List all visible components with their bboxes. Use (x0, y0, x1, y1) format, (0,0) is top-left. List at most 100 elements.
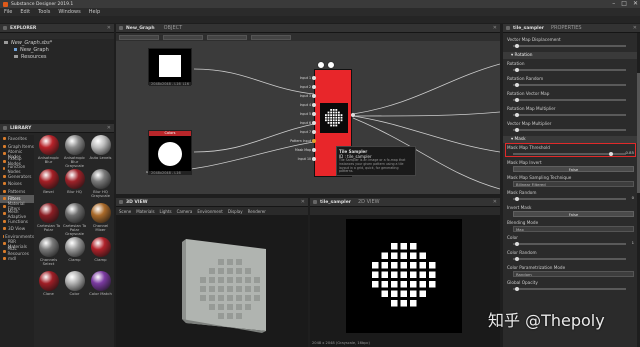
property-toggle-button[interactable]: False (513, 166, 634, 172)
settings-icon[interactable] (317, 61, 325, 69)
library-thumbnail[interactable]: Anisotropic Blur (36, 135, 61, 168)
output-port-icon[interactable] (351, 113, 355, 117)
close-icon[interactable]: ✕ (633, 25, 637, 31)
slider-knob[interactable] (515, 112, 520, 117)
library-thumbnail[interactable]: Blur HQ (62, 169, 87, 202)
library-category-favorites[interactable]: Favorites (0, 135, 34, 143)
input-port-icon[interactable] (312, 139, 316, 143)
property-dropdown[interactable]: Random (513, 271, 634, 277)
input-port-icon[interactable] (312, 157, 316, 161)
library-thumbnail[interactable]: Auto Levels (88, 135, 113, 168)
3d-menu-camera[interactable]: Camera (177, 209, 193, 214)
property-slider[interactable] (513, 67, 626, 72)
property-dropdown[interactable]: Max (513, 226, 634, 232)
library-thumbnail[interactable]: Bevel (36, 169, 61, 202)
property-slider[interactable] (513, 127, 626, 132)
input-port-icon[interactable] (312, 94, 316, 98)
library-category-3d-view[interactable]: 3D View (0, 225, 34, 233)
slider-knob[interactable] (515, 82, 520, 87)
close-icon[interactable]: ✕ (493, 199, 497, 205)
category-label: Patterns (8, 188, 26, 194)
property-value[interactable]: 1 (632, 240, 634, 245)
tree-item-package[interactable]: New_Graph.sbs* (0, 39, 114, 46)
library-thumbnail[interactable]: Anisotropic Blur Grayscale (62, 135, 87, 168)
3d-menu-display[interactable]: Display (228, 209, 243, 214)
property-slider[interactable] (513, 112, 626, 117)
close-icon[interactable]: ✕ (107, 125, 111, 131)
3d-menu-renderer[interactable]: Renderer (248, 209, 266, 214)
input-port-icon[interactable] (312, 103, 316, 107)
white-shape-node[interactable]: 2048x2048 - L16 L16 (148, 48, 192, 86)
input-port-label: Pattern Input (290, 139, 311, 143)
menu-tools[interactable]: Tools (38, 9, 50, 15)
3d-viewport-canvas[interactable] (116, 215, 308, 347)
3d-menu-materials[interactable]: Materials (136, 209, 154, 214)
library-thumbnail[interactable]: Clamp (62, 237, 87, 270)
library-thumbnail[interactable]: Channels Select (36, 237, 61, 270)
property-slider[interactable] (513, 256, 626, 261)
input-port-icon[interactable] (312, 130, 316, 134)
property-slider[interactable] (513, 43, 626, 48)
close-icon[interactable]: ✕ (633, 0, 638, 7)
slider-knob[interactable] (515, 67, 520, 72)
3d-menu-scene[interactable]: Scene (119, 209, 131, 214)
pattern-dot (335, 122, 338, 124)
slider-knob[interactable] (515, 196, 520, 201)
input-port-icon[interactable] (312, 148, 316, 152)
property-toggle-button[interactable]: False (513, 211, 634, 217)
input-port-icon[interactable] (312, 76, 316, 80)
library-category-mdl-resources[interactable]: MDL Resources (0, 246, 34, 256)
library-category-generators[interactable]: Generators (0, 173, 34, 181)
section-rotation[interactable]: ▾ Rotation (503, 52, 640, 59)
menu-windows[interactable]: Windows (58, 9, 80, 15)
slider-knob[interactable] (515, 97, 520, 102)
section-mask[interactable]: ▾ Mask (503, 136, 640, 143)
library-thumbnail[interactable]: Clone (36, 271, 61, 304)
property-value[interactable]: 0 (632, 195, 634, 200)
property-dropdown[interactable]: Bilinear Filtered (513, 181, 634, 187)
library-thumbnail[interactable]: Blur HQ Grayscale (88, 169, 113, 202)
library-thumbnail[interactable]: Cartesian To Polar Grayscale (62, 203, 87, 236)
library-thumbnail[interactable]: Cartesian To Polar (36, 203, 61, 236)
menu-file[interactable]: File (4, 9, 12, 15)
menu-help[interactable]: Help (89, 9, 100, 15)
dot-grid-preview (325, 109, 343, 127)
library-category-patterns[interactable]: Patterns (0, 188, 34, 196)
property-slider[interactable] (513, 82, 626, 87)
input-port-icon[interactable] (312, 121, 316, 125)
slider-knob[interactable] (515, 256, 520, 261)
library-thumbnail[interactable]: Color (62, 271, 87, 304)
pattern-dot (419, 281, 426, 288)
library-thumbnail[interactable]: Color Match (88, 271, 113, 304)
library-thumbnail[interactable]: Channel Mixer (88, 203, 113, 236)
close-icon[interactable]: ✕ (301, 199, 305, 205)
slider-knob[interactable] (515, 241, 520, 246)
tooltip-desc: Tile Sampler is an image or a fx-map tha… (339, 158, 406, 174)
library-category-mesh-adaptive[interactable]: Mesh Adaptive (0, 209, 34, 219)
2d-viewport-canvas[interactable] (310, 215, 500, 335)
3d-menu-environment[interactable]: Environment (197, 209, 223, 214)
property-slider[interactable] (513, 286, 626, 291)
slider-knob[interactable] (515, 286, 520, 291)
tree-item-resources[interactable]: Resources (0, 53, 114, 60)
maximize-icon[interactable]: □ (621, 0, 627, 7)
thumbnail-label: Color (69, 291, 80, 296)
library-category-noises[interactable]: Noises (0, 180, 34, 188)
menu-edit[interactable]: Edit (20, 9, 30, 15)
input-port-icon[interactable] (312, 112, 316, 116)
slider-knob[interactable] (515, 127, 520, 132)
minimize-icon[interactable]: – (612, 0, 615, 7)
input-port-icon[interactable] (312, 85, 316, 89)
property-slider[interactable] (513, 97, 626, 102)
3d-menu-lights[interactable]: Lights (160, 209, 172, 214)
node-footer-text: 2048x2048 - L16 (151, 82, 181, 86)
property-slider[interactable] (513, 241, 626, 246)
close-icon[interactable] (327, 61, 335, 69)
property-slider[interactable] (513, 196, 626, 201)
tree-item-graph[interactable]: New_Graph (0, 46, 114, 53)
close-icon[interactable]: ✕ (107, 25, 111, 31)
library-category-function-nodes[interactable]: Function Nodes (0, 164, 34, 174)
circle-shape-node[interactable]: Colors 2048x2048 - L16 (148, 130, 192, 175)
slider-knob[interactable] (515, 43, 520, 48)
library-thumbnail[interactable]: Clamp (88, 237, 113, 270)
